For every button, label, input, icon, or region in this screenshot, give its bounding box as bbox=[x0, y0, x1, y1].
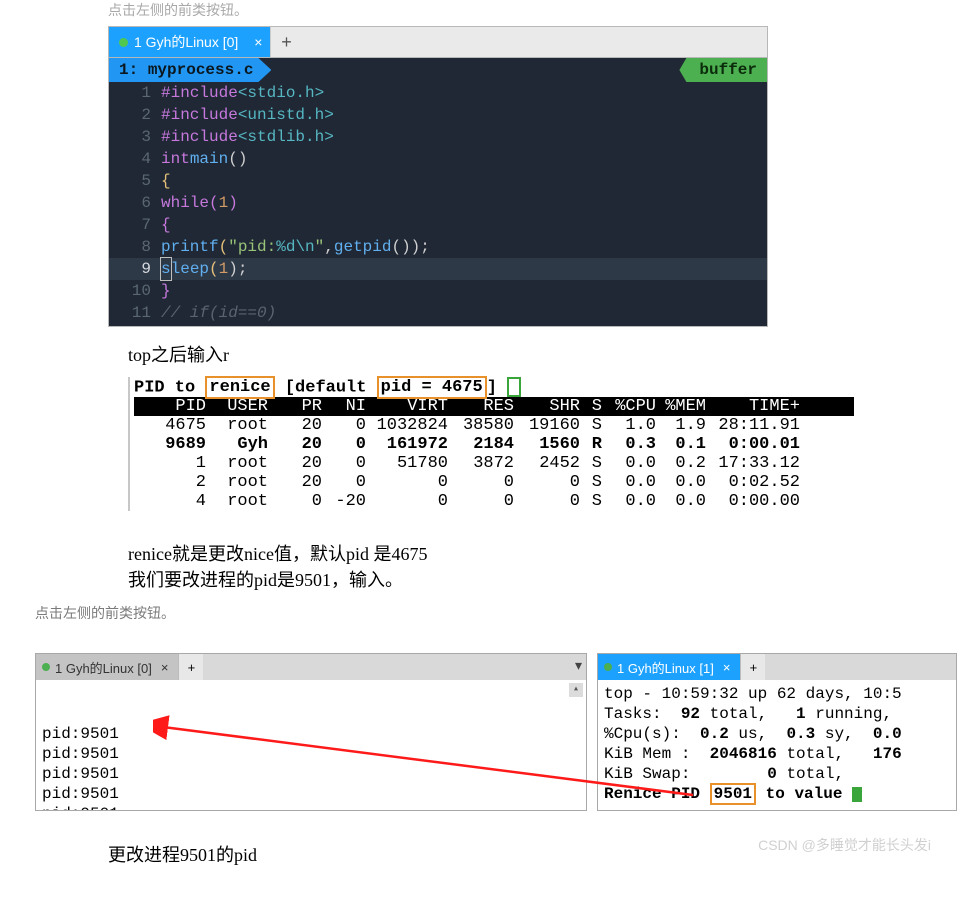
minimize-icon[interactable]: ▾ bbox=[575, 657, 582, 674]
code-line-cursor: 9 sleep(1); bbox=[109, 258, 767, 280]
tab-status-dot-icon bbox=[604, 663, 612, 671]
table-row: 4675root20010328243858019160S1.01.928:11… bbox=[134, 416, 854, 435]
editor-tab-label: 1 Gyh的Linux [0] bbox=[134, 32, 238, 52]
terminal-output[interactable]: ▴ pid:9501 pid:9501 pid:9501 pid:9501 pi… bbox=[36, 680, 586, 810]
code-line: 3#include<stdlib.h> bbox=[109, 126, 767, 148]
watermark: CSDN @多睡觉才能长头发i bbox=[758, 835, 931, 855]
new-tab-button[interactable]: + bbox=[270, 27, 301, 57]
top-table-header: PIDUSERPRNIVIRTRESSHRS%CPU%MEMTIME+ bbox=[134, 397, 854, 416]
scroll-up-icon[interactable]: ▴ bbox=[569, 683, 583, 697]
terminal-output[interactable]: top - 10:59:32 up 62 days, 10:5 Tasks: 9… bbox=[598, 680, 956, 810]
code-line: 10 } bbox=[109, 280, 767, 302]
input-cursor-icon bbox=[852, 787, 862, 802]
table-row: 1root2005178038722452S0.00.217:33.12 bbox=[134, 454, 854, 473]
renice-highlight: renice bbox=[205, 376, 274, 399]
code-line: 2#include<unistd.h> bbox=[109, 104, 767, 126]
right-terminal-window: 1 Gyh的Linux [1] × + top - 10:59:32 up 62… bbox=[597, 653, 957, 811]
tab-status-dot-icon bbox=[119, 38, 128, 47]
code-editor-window: 1 Gyh的Linux [0] × + 1: myprocess.c buffe… bbox=[108, 26, 768, 327]
code-line: 7 { bbox=[109, 214, 767, 236]
top-prompt: PID to renice [default pid = 4675] bbox=[134, 377, 854, 397]
table-row: 4root0-20000S0.00.00:00.00 bbox=[134, 492, 854, 511]
caption-renice: renice就是更改nice值，默认pid 是4675 我们要改进程的pid是9… bbox=[128, 541, 961, 593]
tab-label: 1 Gyh的Linux [1] bbox=[617, 658, 714, 677]
buffer-badge: buffer bbox=[679, 58, 767, 82]
bottom-windows: 1 Gyh的Linux [0] × + ▾ ▴ pid:9501 pid:950… bbox=[35, 653, 961, 811]
top-output-block: PID to renice [default pid = 4675] PIDUS… bbox=[128, 377, 854, 511]
close-icon[interactable]: × bbox=[254, 34, 262, 50]
code-line: 4int main() bbox=[109, 148, 767, 170]
code-line: 5{ bbox=[109, 170, 767, 192]
close-icon[interactable]: × bbox=[157, 660, 173, 675]
truncated-text-top: 点击左侧的前类按钮。 bbox=[108, 0, 961, 20]
editor-tab-active[interactable]: 1 Gyh的Linux [0] × bbox=[109, 27, 270, 57]
left-terminal-window: 1 Gyh的Linux [0] × + ▾ ▴ pid:9501 pid:950… bbox=[35, 653, 587, 811]
pid-highlight: pid = 4675 bbox=[377, 376, 487, 399]
table-row: 9689Gyh20016197221841560R0.30.10:00.01 bbox=[134, 435, 854, 454]
code-line: 1#include<stdio.h> bbox=[109, 82, 767, 104]
table-row: 2root200000S0.00.00:02.52 bbox=[134, 473, 854, 492]
caption-top-after: top之后输入r bbox=[128, 341, 961, 367]
tab-active[interactable]: 1 Gyh的Linux [1] × bbox=[598, 654, 740, 680]
tab-label: 1 Gyh的Linux [0] bbox=[55, 658, 152, 677]
left-tab-bar: 1 Gyh的Linux [0] × + ▾ bbox=[36, 654, 586, 680]
truncated-text: 点击左侧的前类按钮。 bbox=[35, 603, 961, 623]
tab-status-dot-icon bbox=[42, 663, 50, 671]
right-tab-bar: 1 Gyh的Linux [1] × + bbox=[598, 654, 956, 680]
pid-highlight: 9501 bbox=[710, 783, 756, 805]
new-tab-button[interactable]: + bbox=[178, 654, 203, 680]
code-line: 8 printf("pid:%d\n",getpid()); bbox=[109, 236, 767, 258]
code-line: 11 // if(id==0) bbox=[109, 302, 767, 324]
code-area[interactable]: 1: myprocess.c buffer 1#include<stdio.h>… bbox=[109, 58, 767, 326]
close-icon[interactable]: × bbox=[719, 660, 735, 675]
input-cursor-icon bbox=[507, 377, 521, 397]
new-tab-button[interactable]: + bbox=[740, 654, 765, 680]
filename-badge: 1: myprocess.c bbox=[109, 58, 271, 82]
code-line: 6 while(1) bbox=[109, 192, 767, 214]
editor-tab-bar: 1 Gyh的Linux [0] × + bbox=[109, 27, 767, 58]
tab-inactive[interactable]: 1 Gyh的Linux [0] × bbox=[36, 654, 178, 680]
